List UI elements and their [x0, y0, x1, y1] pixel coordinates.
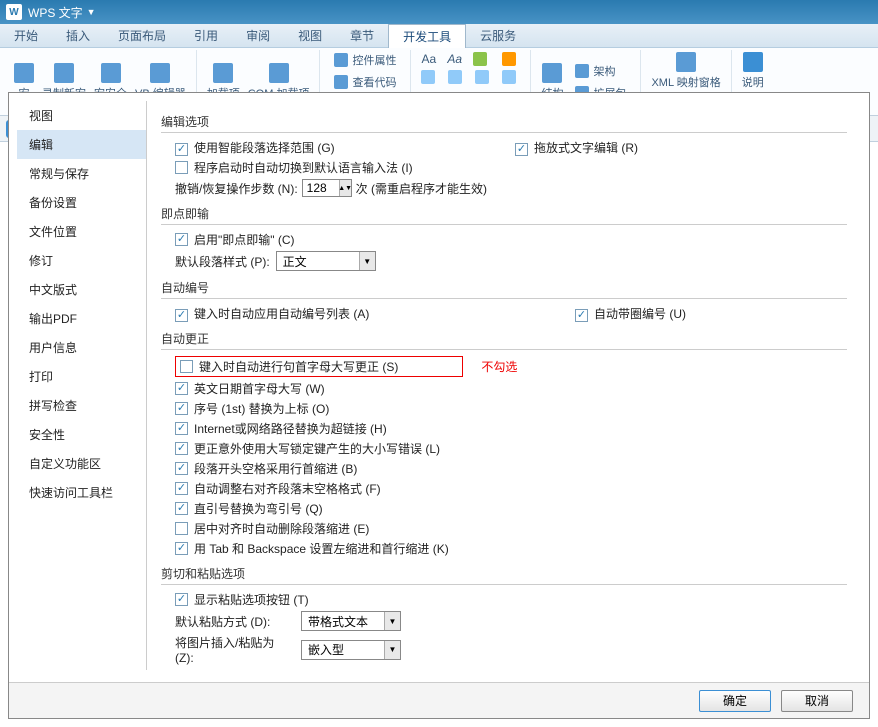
- sidebar-item-4[interactable]: 文件位置: [17, 217, 146, 246]
- img-paste-combo[interactable]: 嵌入型▼: [301, 640, 401, 660]
- sidebar-item-1[interactable]: 编辑: [17, 130, 146, 159]
- chk-smart-quotes[interactable]: [175, 502, 188, 515]
- chk-trailing-space[interactable]: [175, 482, 188, 495]
- default-style-combo[interactable]: 正文▼: [276, 251, 376, 271]
- default-paste-combo[interactable]: 带格式文本▼: [301, 611, 401, 631]
- chk-drag-edit[interactable]: [515, 143, 528, 156]
- schema-icon: [575, 64, 589, 78]
- code-icon: [334, 75, 348, 89]
- dialog-footer: 确定 取消: [9, 682, 869, 718]
- options-pane: 编辑选项 使用智能段落选择范围 (G) 拖放式文字编辑 (R) 程序启动时自动切…: [147, 101, 861, 670]
- section-auto-correct: 自动更正: [161, 330, 847, 350]
- ribbon-help[interactable]: 说明: [738, 50, 768, 92]
- ok-button[interactable]: 确定: [699, 690, 771, 712]
- chk-caps-lock[interactable]: [175, 442, 188, 455]
- chk-first-indent[interactable]: [175, 462, 188, 475]
- sidebar-item-12[interactable]: 自定义功能区: [17, 449, 146, 478]
- options-dialog: 视图编辑常规与保存备份设置文件位置修订中文版式输出PDF用户信息打印拼写检查安全…: [8, 92, 870, 719]
- date-icon[interactable]: [498, 50, 524, 68]
- chevron-down-icon: ▼: [384, 641, 400, 659]
- help-icon: [743, 52, 763, 72]
- menu-2[interactable]: 页面布局: [104, 24, 180, 48]
- list-icon[interactable]: [444, 68, 470, 86]
- chk-click-type[interactable]: [175, 233, 188, 246]
- grid-icon[interactable]: [471, 68, 497, 86]
- app-title: WPS 文字: [28, 4, 83, 21]
- text-icon2[interactable]: Aa: [443, 50, 466, 68]
- undo-steps-input[interactable]: 128▲▼: [302, 179, 352, 197]
- sidebar-item-13[interactable]: 快速访问工具栏: [17, 478, 146, 507]
- chk-hyperlink[interactable]: [175, 422, 188, 435]
- menu-3[interactable]: 引用: [180, 24, 232, 48]
- spinner-arrows-icon[interactable]: ▲▼: [339, 180, 351, 196]
- chk-center-indent[interactable]: [175, 522, 188, 535]
- cancel-button[interactable]: 取消: [781, 690, 853, 712]
- options-sidebar: 视图编辑常规与保存备份设置文件位置修订中文版式输出PDF用户信息打印拼写检查安全…: [17, 101, 147, 670]
- sidebar-item-9[interactable]: 打印: [17, 362, 146, 391]
- chevron-down-icon: ▼: [384, 612, 400, 630]
- section-edit-options: 编辑选项: [161, 113, 847, 133]
- chk-auto-number-list[interactable]: [175, 309, 188, 322]
- ribbon-xml-pane[interactable]: XML 映射窗格: [647, 50, 724, 92]
- ribbon-control-props[interactable]: 控件属性: [330, 50, 400, 70]
- app-title-bar: W WPS 文字 ▼: [0, 0, 878, 24]
- sidebar-item-5[interactable]: 修订: [17, 246, 146, 275]
- menu-8[interactable]: 云服务: [466, 24, 530, 48]
- section-auto-number: 自动编号: [161, 279, 847, 299]
- app-logo: W: [6, 4, 22, 20]
- structure-icon: [542, 63, 562, 83]
- sidebar-item-8[interactable]: 用户信息: [17, 333, 146, 362]
- img-icon[interactable]: [469, 50, 495, 68]
- tools-icon[interactable]: [498, 68, 524, 86]
- title-dropdown-icon[interactable]: ▼: [87, 7, 96, 17]
- chk-circled-number[interactable]: [575, 309, 588, 322]
- sidebar-item-3[interactable]: 备份设置: [17, 188, 146, 217]
- menu-6[interactable]: 章节: [336, 24, 388, 48]
- sidebar-item-6[interactable]: 中文版式: [17, 275, 146, 304]
- chevron-down-icon: ▼: [359, 252, 375, 270]
- chk-weekday-cap[interactable]: [175, 382, 188, 395]
- props-icon: [334, 53, 348, 67]
- ribbon-schema[interactable]: 架构: [571, 61, 630, 81]
- chk-auto-ime[interactable]: [175, 161, 188, 174]
- chk-tab-backspace[interactable]: [175, 542, 188, 555]
- menu-7[interactable]: 开发工具: [388, 24, 466, 48]
- chk-smart-select[interactable]: [175, 143, 188, 156]
- menu-1[interactable]: 插入: [52, 24, 104, 48]
- menu-bar: 开始插入页面布局引用审阅视图章节开发工具云服务: [0, 24, 878, 48]
- sidebar-item-7[interactable]: 输出PDF: [17, 304, 146, 333]
- text-icon[interactable]: Aa: [417, 50, 440, 68]
- section-clipboard: 剪切和粘贴选项: [161, 565, 847, 585]
- ribbon-view-code[interactable]: 查看代码: [330, 72, 400, 92]
- sidebar-item-11[interactable]: 安全性: [17, 420, 146, 449]
- sidebar-item-10[interactable]: 拼写检查: [17, 391, 146, 420]
- menu-5[interactable]: 视图: [284, 24, 336, 48]
- menu-0[interactable]: 开始: [0, 24, 52, 48]
- xml-icon: [676, 52, 696, 72]
- box-icon[interactable]: [417, 68, 443, 86]
- section-click-type: 即点即输: [161, 205, 847, 225]
- sidebar-item-2[interactable]: 常规与保存: [17, 159, 146, 188]
- sidebar-item-0[interactable]: 视图: [17, 101, 146, 130]
- menu-4[interactable]: 审阅: [232, 24, 284, 48]
- chk-capitalize[interactable]: [180, 360, 193, 373]
- chk-ordinal[interactable]: [175, 402, 188, 415]
- highlight-box: 键入时自动进行句首字母大写更正 (S): [175, 356, 463, 377]
- annotation-note: 不勾选: [481, 358, 517, 375]
- chk-paste-btn[interactable]: [175, 593, 188, 606]
